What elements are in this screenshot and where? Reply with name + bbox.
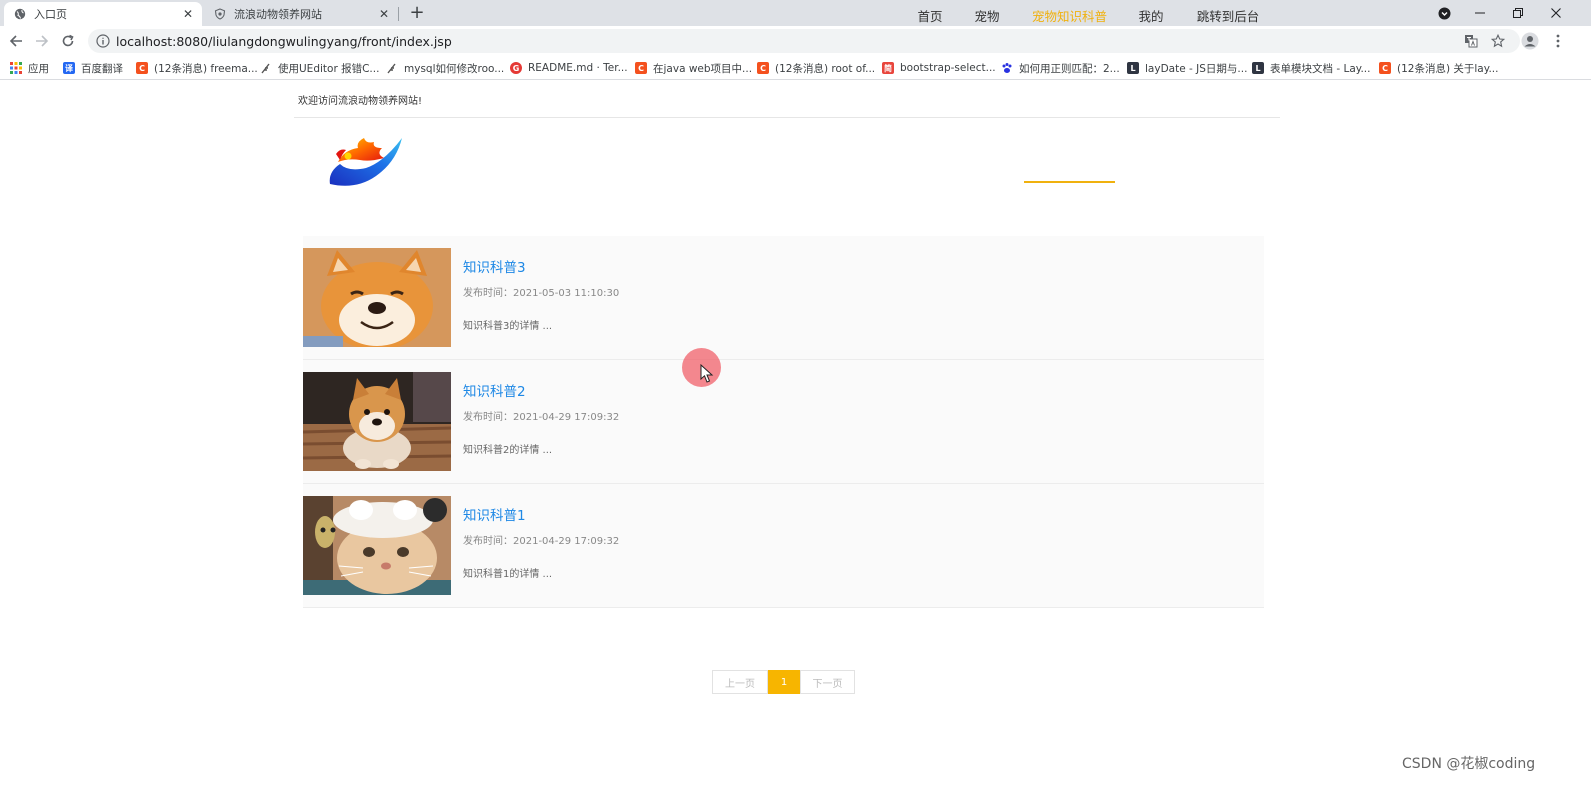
article-thumbnail[interactable] <box>303 248 451 347</box>
bookmark-label: (12条消息) root of... <box>775 62 876 75</box>
bookmark-item[interactable]: C (12条消息) root of... <box>757 60 875 76</box>
url-text: localhost:8080/liulangdongwulingyang/fro… <box>116 33 452 49</box>
bookmark-item[interactable]: mysql如何修改roo... <box>386 60 504 76</box>
minimize-icon[interactable] <box>1462 0 1498 26</box>
bookmark-label: layDate - JS日期与... <box>1145 62 1248 75</box>
address-bar[interactable]: localhost:8080/liulangdongwulingyang/fro… <box>88 29 1520 53</box>
article-title[interactable]: 知识科普2 <box>463 380 526 400</box>
article-thumbnail[interactable] <box>303 496 451 595</box>
jianshu-icon: 简 <box>882 62 894 74</box>
article-title[interactable]: 知识科普3 <box>463 256 526 276</box>
bookmark-label: 如何用正则匹配：2... <box>1019 62 1120 75</box>
close-icon[interactable]: ✕ <box>180 6 196 22</box>
next-page-button[interactable]: 下一页 <box>800 670 855 694</box>
account-icon[interactable] <box>1520 31 1540 51</box>
bookmark-label: README.md · Ter... <box>528 62 628 74</box>
bookmark-label: 在java web项目中... <box>653 62 753 75</box>
back-arrow-icon[interactable] <box>6 31 26 51</box>
list-item[interactable]: 知识科普2 发布时间：2021-04-29 17:09:32 知识科普2的详情 … <box>303 360 1264 484</box>
feather-icon <box>386 62 398 74</box>
browser-tab-active[interactable]: 入口页 ✕ <box>4 2 202 26</box>
bookmark-label: (12条消息) freema... <box>154 62 258 75</box>
csdn-watermark: CSDN @花椒coding <box>1402 756 1536 772</box>
article-time: 发布时间：2021-04-29 17:09:32 <box>463 536 620 547</box>
article-summary: 知识科普2的详情 ... <box>463 445 553 456</box>
window-close-icon[interactable] <box>1538 0 1574 26</box>
header-divider <box>294 117 1280 118</box>
tab-label: 入口页 <box>34 8 67 21</box>
bookmark-item[interactable]: L 表单模块文档 - Lay... <box>1252 60 1370 76</box>
bookmark-label: bootstrap-select... <box>900 62 996 74</box>
welcome-text: 欢迎访问流浪动物领养网站! <box>298 96 423 107</box>
tab-label: 流浪动物领养网站 <box>234 8 322 21</box>
new-tab-button[interactable]: + <box>406 3 428 23</box>
tab-separator <box>398 7 399 21</box>
bookmark-item[interactable]: 译 百度翻译 <box>63 60 123 76</box>
bookmark-item[interactable]: C (12条消息) freema... <box>136 60 258 76</box>
shield-icon <box>214 8 226 20</box>
bookmark-label: 应用 <box>28 62 49 75</box>
article-thumbnail[interactable] <box>303 372 451 471</box>
bookmark-item[interactable]: 如何用正则匹配：2... <box>1001 60 1120 76</box>
bookmark-item[interactable]: 简 bootstrap-select... <box>882 60 996 76</box>
bookmark-label: 使用UEditor 报错C... <box>278 62 380 75</box>
bookmarks-bar: 应用 译 百度翻译 C (12条消息) freema... 使用UEditor … <box>0 56 1591 80</box>
translate-icon[interactable] <box>1461 29 1481 53</box>
bookmark-label: (12条消息) 关于lay... <box>1397 62 1499 75</box>
browser-tab[interactable]: 流浪动物领养网站 ✕ <box>204 2 398 26</box>
article-summary: 知识科普3的详情 ... <box>463 321 553 332</box>
list-item[interactable]: 知识科普1 发布时间：2021-04-29 17:09:32 知识科普1的详情 … <box>303 484 1264 608</box>
article-time: 发布时间：2021-05-03 11:10:30 <box>463 288 620 299</box>
bookmark-item[interactable]: G README.md · Ter... <box>510 60 628 76</box>
bookmark-item[interactable]: 使用UEditor 报错C... <box>260 60 379 76</box>
info-icon[interactable] <box>96 34 110 48</box>
nav-pet-knowledge[interactable]: 宠物知识科普 <box>1024 0 1115 34</box>
csdn-icon: C <box>757 62 769 74</box>
bookmark-item[interactable]: C (12条消息) 关于lay... <box>1379 60 1498 76</box>
star-icon[interactable] <box>1488 29 1508 53</box>
bookmark-label: mysql如何修改roo... <box>404 62 505 75</box>
nav-pets[interactable]: 宠物 <box>965 0 1009 34</box>
bookmark-item[interactable]: L layDate - JS日期与... <box>1127 60 1247 76</box>
prev-page-button[interactable]: 上一页 <box>712 670 768 694</box>
nav-mine[interactable]: 我的 <box>1129 0 1173 34</box>
layui-icon: L <box>1252 62 1264 74</box>
bookmark-label: 表单模块文档 - Lay... <box>1270 62 1371 75</box>
mouse-pointer-icon <box>700 364 714 383</box>
csdn-icon: C <box>1379 62 1391 74</box>
screen: 入口页 ✕ 流浪动物领养网站 ✕ + localhost:8080/liulan… <box>0 0 1591 793</box>
bookmark-apps[interactable]: 应用 <box>10 60 49 76</box>
csdn-icon: C <box>635 62 647 74</box>
layui-icon: L <box>1127 62 1139 74</box>
feather-icon <box>260 62 272 74</box>
gitee-icon: G <box>510 62 522 74</box>
baidu-translate-icon: 译 <box>63 62 75 74</box>
site-logo[interactable] <box>326 132 406 194</box>
profile-menu-icon[interactable] <box>1426 0 1462 26</box>
forward-arrow-icon[interactable] <box>32 31 52 51</box>
nav-active-indicator <box>1024 181 1115 183</box>
article-summary: 知识科普1的详情 ... <box>463 569 553 580</box>
csdn-icon: C <box>136 62 148 74</box>
article-title[interactable]: 知识科普1 <box>463 504 526 524</box>
browser-toolbar: localhost:8080/liulangdongwulingyang/fro… <box>0 26 1591 56</box>
more-menu-icon[interactable] <box>1548 31 1568 51</box>
browser-tabstrip: 入口页 ✕ 流浪动物领养网站 ✕ + <box>0 0 1591 26</box>
pagination: 上一页 1 下一页 <box>712 670 855 694</box>
page-number-current[interactable]: 1 <box>768 670 800 694</box>
article-time: 发布时间：2021-04-29 17:09:32 <box>463 412 620 423</box>
nav-admin[interactable]: 跳转到后台 <box>1188 0 1268 34</box>
globe-icon <box>14 8 26 20</box>
apps-grid-icon <box>10 62 22 74</box>
bookmark-label: 百度翻译 <box>81 62 123 75</box>
close-icon[interactable]: ✕ <box>376 6 392 22</box>
nav-home[interactable]: 首页 <box>908 0 952 34</box>
baidu-paw-icon <box>1001 62 1013 74</box>
bookmark-item[interactable]: C 在java web项目中... <box>635 60 752 76</box>
restore-icon[interactable] <box>1500 0 1536 26</box>
reload-icon[interactable] <box>58 31 78 51</box>
list-item[interactable]: 知识科普3 发布时间：2021-05-03 11:10:30 知识科普3的详情 … <box>303 236 1264 360</box>
